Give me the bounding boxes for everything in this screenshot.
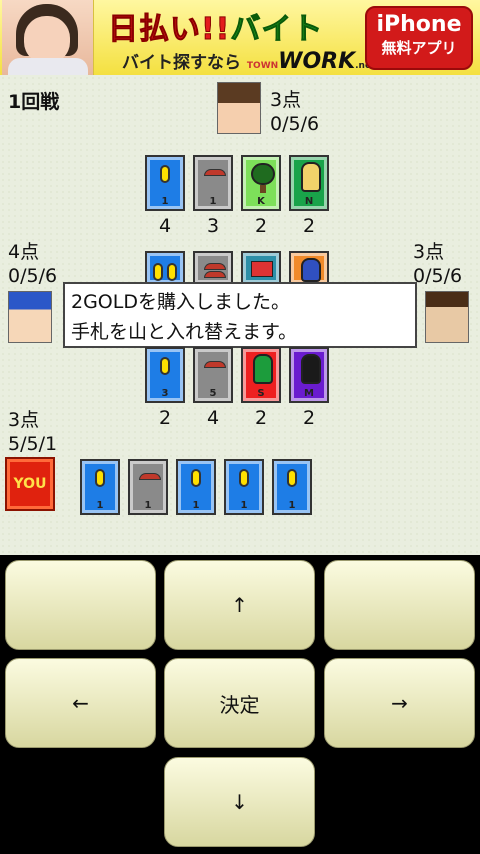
ad-model-image [2,0,94,75]
card-label: 1 [96,500,104,511]
ad-brand-small: TOWN [246,61,279,71]
right-button[interactable]: → [324,658,475,748]
ad-app-line1: iPhone [376,12,462,37]
supply-card-gold-2[interactable] [145,251,185,285]
controller-pad: ↑ ← 決定 → ↓ [0,555,480,854]
down-button[interactable]: ↓ [164,757,315,847]
ok-button[interactable]: 決定 [164,658,315,748]
card-house[interactable]: 1 [128,459,168,515]
card-samurai[interactable]: S [241,347,281,403]
right-player-avatar [425,291,469,343]
card-gold[interactable]: 1 [272,459,312,515]
card-gold[interactable]: 1 [145,155,185,211]
you-stats: 5/5/1 [8,433,58,455]
card-ninja[interactable]: N [289,155,329,211]
card-tree[interactable]: K [241,155,281,211]
card-label: S [257,388,265,399]
top-player-stats: 0/5/6 [270,113,320,135]
ad-brand: WORK [278,49,356,74]
card-label: 1 [161,196,169,207]
ad-headline-green: バイト [230,12,324,48]
card-gold[interactable]: 3 [145,347,185,403]
left-player-stats: 0/5/6 [8,265,58,287]
card-label: 1 [288,500,296,511]
card-count: 2 [302,407,316,429]
card-count: 2 [158,407,172,429]
card-count: 2 [254,407,268,429]
you-badge: YOU [5,457,55,511]
supply-card-wall[interactable] [241,251,281,285]
right-player-score: 3点 [413,241,445,263]
card-label: 1 [192,500,200,511]
ad-app-badge[interactable]: iPhone 無料アプリ [365,6,473,70]
ad-subline-text: バイト探すなら [122,53,241,73]
ad-banner[interactable]: 日払い!!バイト バイト探すなら TOWNWORK.net iPhone 無料ア… [0,0,480,75]
right-player-stats: 0/5/6 [413,265,463,287]
card-label: 1 [240,500,248,511]
ad-subline: バイト探すなら TOWNWORK.net [122,48,375,74]
card-monster[interactable]: M [289,347,329,403]
card-label: 5 [209,388,217,399]
you-score: 3点 [8,409,40,431]
supply-card-house-2[interactable] [193,251,233,285]
left-player-avatar [8,291,52,343]
card-label: 1 [144,500,152,511]
card-gold[interactable]: 1 [224,459,264,515]
up-button[interactable]: ↑ [164,560,315,650]
message-line-1: 2GOLDを購入しました。 [71,291,290,313]
round-label: 1回戦 [8,91,60,113]
top-player-score: 3点 [270,89,302,111]
card-gold[interactable]: 1 [176,459,216,515]
game-board: 1回戦 3点 0/5/6 1413K2N2 4点 0/5/6 3点 0/5/6 … [0,75,480,555]
card-label: 3 [161,388,169,399]
left-button[interactable]: ← [5,658,156,748]
left-player-score: 4点 [8,241,40,263]
card-house[interactable]: 1 [193,155,233,211]
ad-headline: 日払い!!バイト [107,4,324,48]
card-label: 1 [209,196,217,207]
message-line-2: 手札を山と入れ替えます。 [71,321,298,343]
card-house[interactable]: 5 [193,347,233,403]
card-count: 2 [254,215,268,237]
ad-app-line2: 無料アプリ [381,39,457,57]
blank-button-top-right[interactable] [324,560,475,650]
top-player-avatar [217,82,261,134]
card-count: 4 [206,407,220,429]
message-box: 2GOLDを購入しました。 手札を山と入れ替えます。 [63,282,417,348]
card-gold[interactable]: 1 [80,459,120,515]
card-label: K [257,196,265,207]
blank-button-top-left[interactable] [5,560,156,650]
supply-card-warrior[interactable] [289,251,329,285]
card-count: 2 [302,215,316,237]
card-label: M [304,388,314,399]
card-count: 3 [206,215,220,237]
card-label: N [304,196,314,207]
card-count: 4 [158,215,172,237]
ad-headline-red: 日払い!! [107,12,231,48]
